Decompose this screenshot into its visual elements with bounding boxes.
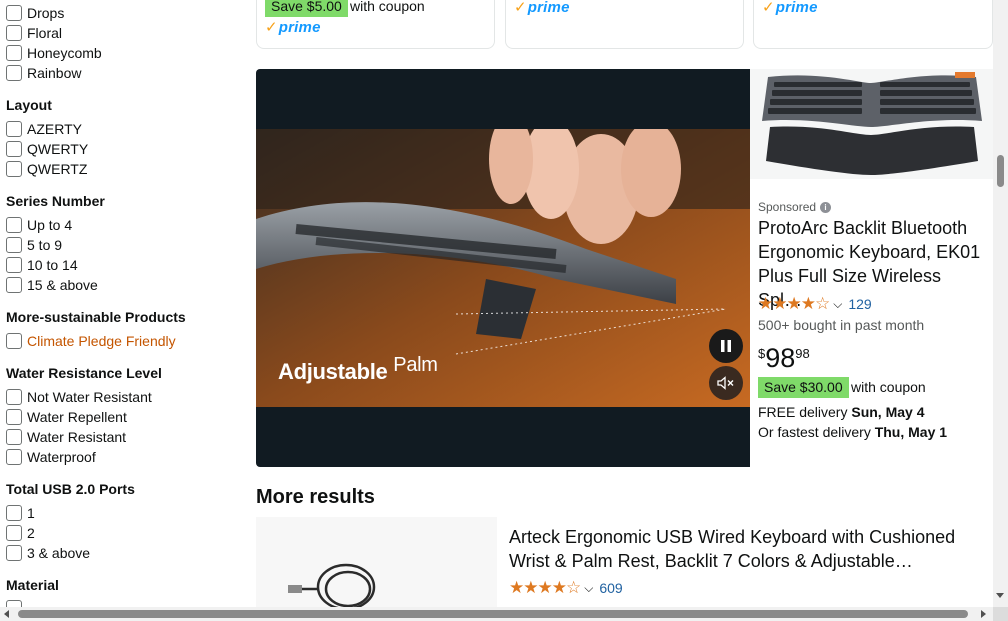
filter-layout-azerty[interactable]: AZERTY (6, 120, 82, 138)
material-heading: Material (6, 577, 59, 593)
sponsored-label[interactable]: Sponsored i (758, 200, 832, 214)
pause-icon (721, 340, 731, 352)
filter-usb-2[interactable]: 2 (6, 524, 35, 542)
filter-waterproof[interactable]: Waterproof (6, 448, 96, 466)
checkbox[interactable] (6, 449, 22, 465)
filter-layout-qwertz[interactable]: QWERTZ (6, 160, 87, 178)
scroll-down-arrow-icon[interactable] (996, 593, 1004, 598)
delivery-info: FREE delivery Sun, May 4 (758, 404, 925, 420)
checkbox[interactable] (6, 429, 22, 445)
prime-badge: ✓prime (762, 0, 818, 16)
prime-badge: ✓prime (514, 0, 570, 16)
chevron-down-icon[interactable]: ⌵ (584, 581, 593, 596)
filter-series-up-to-4[interactable]: Up to 4 (6, 216, 72, 234)
video-caption: Adjustable Palm (278, 354, 438, 384)
product-image[interactable] (256, 517, 497, 607)
checkbox[interactable] (6, 525, 22, 541)
filter-water-repellent[interactable]: Water Repellent (6, 408, 127, 426)
checkbox[interactable] (6, 141, 22, 157)
scroll-right-arrow-icon[interactable] (981, 610, 986, 618)
coupon-badge[interactable]: Save $5.00 (265, 0, 348, 17)
usb-ports-heading: Total USB 2.0 Ports (6, 481, 135, 497)
filter-sidebar: Drops Floral Honeycomb Rainbow Layout AZ… (0, 0, 240, 607)
product-card[interactable]: Save $5.00 with coupon ✓prime (256, 0, 495, 49)
product-title[interactable]: Arteck Ergonomic USB Wired Keyboard with… (509, 525, 979, 573)
prime-badge: ✓prime (265, 19, 321, 36)
rating-row[interactable]: ★★★★☆ ⌵ 129 (758, 294, 872, 314)
checkbox[interactable] (6, 389, 22, 405)
product-image[interactable] (750, 69, 993, 179)
coupon-badge[interactable]: Save $30.00 (758, 377, 849, 398)
filter-material-partial[interactable] (6, 599, 27, 607)
sustainable-heading: More-sustainable Products (6, 309, 186, 325)
checkbox[interactable] (6, 237, 22, 253)
filter-series-10-to-14[interactable]: 10 to 14 (6, 256, 78, 274)
rating-row[interactable]: ★★★★☆ ⌵ 609 (509, 578, 623, 598)
coupon-text: with coupon (350, 0, 425, 14)
checkbox[interactable] (6, 505, 22, 521)
mute-button[interactable] (709, 366, 743, 400)
filter-pattern-rainbow[interactable]: Rainbow (6, 64, 81, 82)
checkbox[interactable] (6, 600, 22, 607)
product-card[interactable]: ✓prime (753, 0, 993, 49)
price[interactable]: $9898 (758, 343, 810, 374)
sponsored-video[interactable]: Adjustable Palm (256, 69, 750, 467)
prime-check-icon: ✓ (514, 0, 527, 16)
more-results-heading: More results (256, 486, 375, 508)
star-rating[interactable]: ★★★★☆ (509, 578, 581, 598)
checkbox[interactable] (6, 45, 22, 61)
checkbox[interactable] (6, 121, 22, 137)
bought-count: 500+ bought in past month (758, 317, 925, 333)
checkbox[interactable] (6, 5, 22, 21)
series-number-heading: Series Number (6, 193, 105, 209)
filter-pattern-honeycomb[interactable]: Honeycomb (6, 44, 102, 62)
checkbox[interactable] (6, 217, 22, 233)
chevron-down-icon[interactable]: ⌵ (833, 297, 842, 312)
checkbox[interactable] (6, 409, 22, 425)
prime-check-icon: ✓ (265, 19, 278, 36)
pause-button[interactable] (709, 329, 743, 363)
scrollbar-corner (993, 607, 1008, 621)
water-resistance-heading: Water Resistance Level (6, 365, 162, 381)
usb-cable-image (288, 563, 376, 607)
filter-usb-1[interactable]: 1 (6, 504, 35, 522)
fastest-delivery-info: Or fastest delivery Thu, May 1 (758, 424, 948, 440)
rating-count[interactable]: 129 (848, 296, 871, 312)
filter-layout-qwerty[interactable]: QWERTY (6, 140, 88, 158)
checkbox[interactable] (6, 333, 22, 349)
filter-series-5-to-9[interactable]: 5 to 9 (6, 236, 62, 254)
horizontal-scroll-thumb[interactable] (18, 610, 968, 618)
speaker-muted-icon (717, 376, 734, 390)
filter-usb-3-above[interactable]: 3 & above (6, 544, 90, 562)
rating-count[interactable]: 609 (599, 580, 622, 596)
keyboard-image (750, 69, 993, 179)
filter-pattern-drops[interactable]: Drops (6, 4, 64, 22)
prime-check-icon: ✓ (762, 0, 775, 16)
checkbox[interactable] (6, 545, 22, 561)
vertical-scroll-thumb[interactable] (997, 155, 1004, 187)
filter-climate-pledge-friendly[interactable]: Climate Pledge Friendly (6, 332, 176, 350)
sponsored-product-card[interactable]: Sponsored i ProtoArc Backlit Bluetooth Er… (750, 69, 993, 467)
info-icon[interactable]: i (820, 201, 832, 213)
checkbox[interactable] (6, 277, 22, 293)
filter-water-resistant[interactable]: Water Resistant (6, 428, 126, 446)
filter-series-15-above[interactable]: 15 & above (6, 276, 98, 294)
scroll-left-arrow-icon[interactable] (4, 610, 9, 618)
filter-pattern-floral[interactable]: Floral (6, 24, 62, 42)
coupon-text: with coupon (851, 379, 926, 395)
layout-heading: Layout (6, 97, 52, 113)
product-card[interactable]: ✓prime (505, 0, 744, 49)
checkbox[interactable] (6, 257, 22, 273)
horizontal-scrollbar[interactable] (0, 607, 993, 621)
checkbox[interactable] (6, 65, 22, 81)
checkbox[interactable] (6, 25, 22, 41)
checkbox[interactable] (6, 161, 22, 177)
filter-not-water-resistant[interactable]: Not Water Resistant (6, 388, 152, 406)
vertical-scrollbar[interactable] (993, 0, 1008, 607)
star-rating[interactable]: ★★★★☆ (758, 294, 830, 314)
